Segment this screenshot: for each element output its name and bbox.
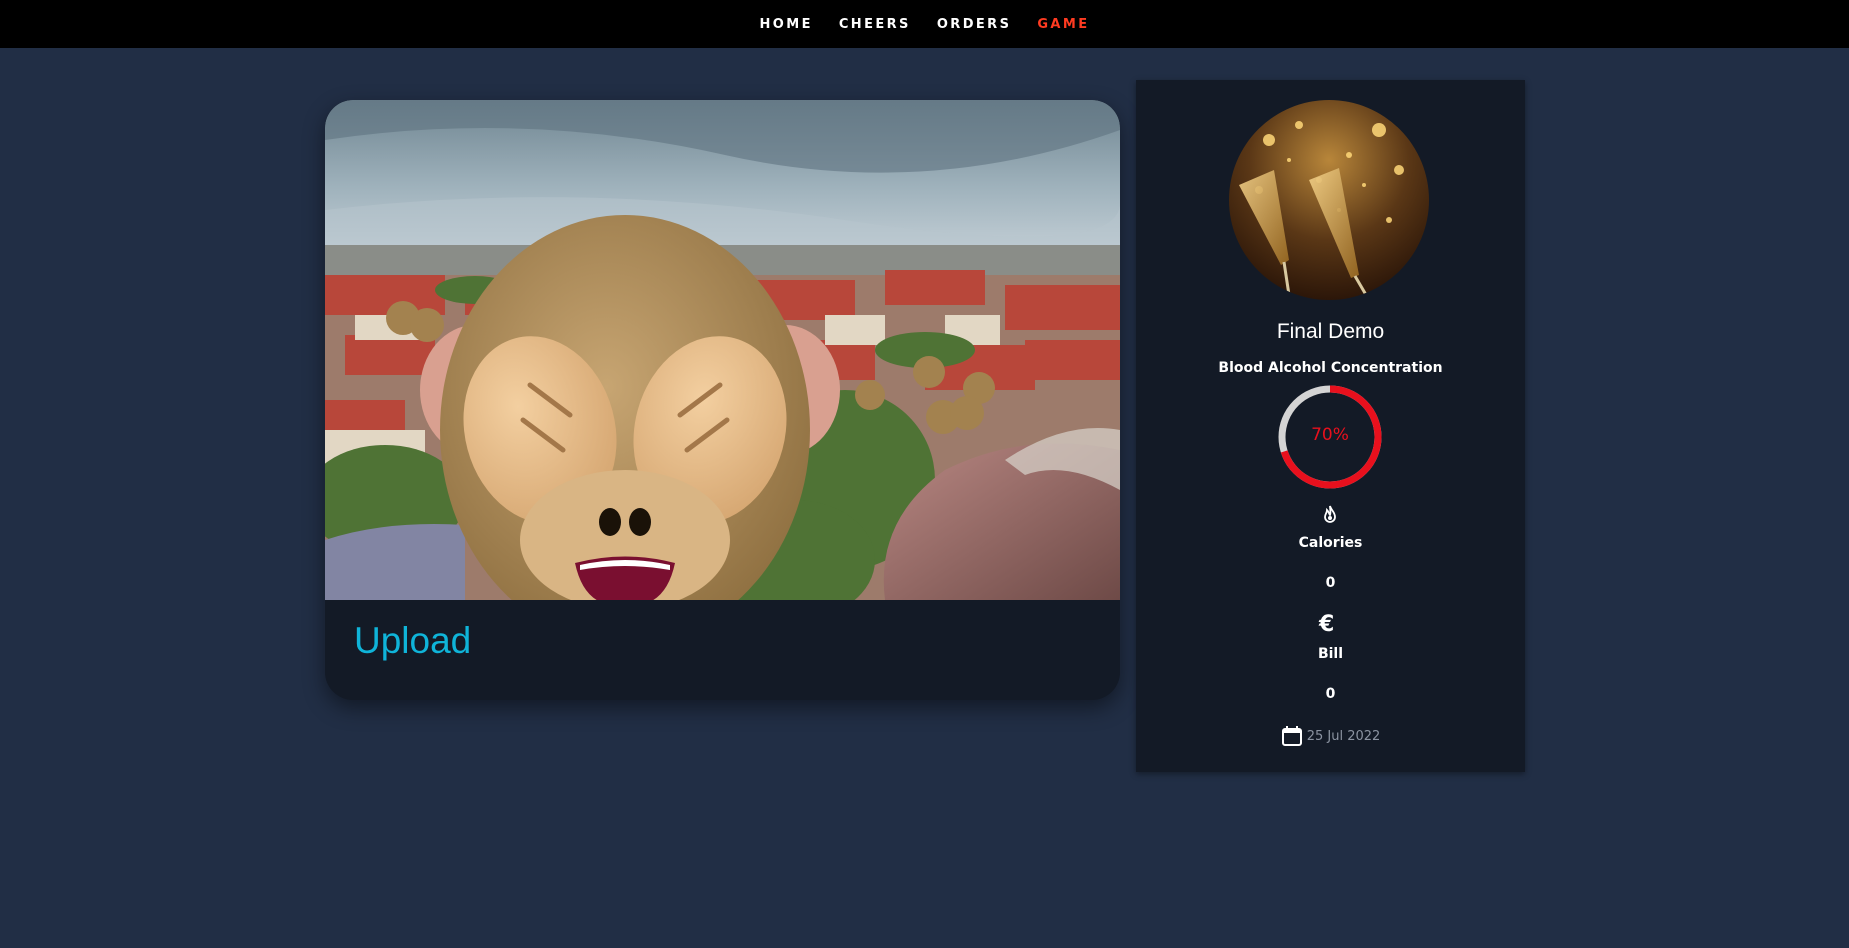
nav-cheers[interactable]: CHEERS xyxy=(839,17,911,32)
date-text: 25 Jul 2022 xyxy=(1306,728,1381,744)
calories-label: Calories xyxy=(1298,535,1363,551)
calories-value: 0 xyxy=(1325,575,1336,591)
nav-game[interactable]: GAME xyxy=(1037,17,1089,32)
nav-orders[interactable]: ORDERS xyxy=(937,17,1012,32)
bac-value: 70% xyxy=(1311,425,1349,445)
euro-icon: € xyxy=(1319,612,1335,637)
champagne-avatar xyxy=(1229,100,1429,300)
profile-name: Final Demo xyxy=(1276,320,1385,343)
date-row: 25 Jul 2022 xyxy=(1136,725,1525,747)
bac-gauge: 70% xyxy=(1276,383,1384,491)
top-navbar: HOME CHEERS ORDERS GAME xyxy=(0,0,1849,48)
profile-panel: Final Demo Blood Alcohol Concentration 7… xyxy=(1136,80,1525,772)
bac-label: Blood Alcohol Concentration xyxy=(1218,360,1443,376)
camera-card: Upload xyxy=(325,100,1120,700)
bill-label: Bill xyxy=(1317,646,1344,662)
nav-home[interactable]: HOME xyxy=(760,17,813,32)
bill-value: 0 xyxy=(1325,686,1336,702)
fire-icon xyxy=(1324,505,1336,523)
upload-link[interactable]: Upload xyxy=(354,620,471,662)
camera-feed-image xyxy=(325,100,1120,600)
calendar-icon xyxy=(1281,726,1302,746)
